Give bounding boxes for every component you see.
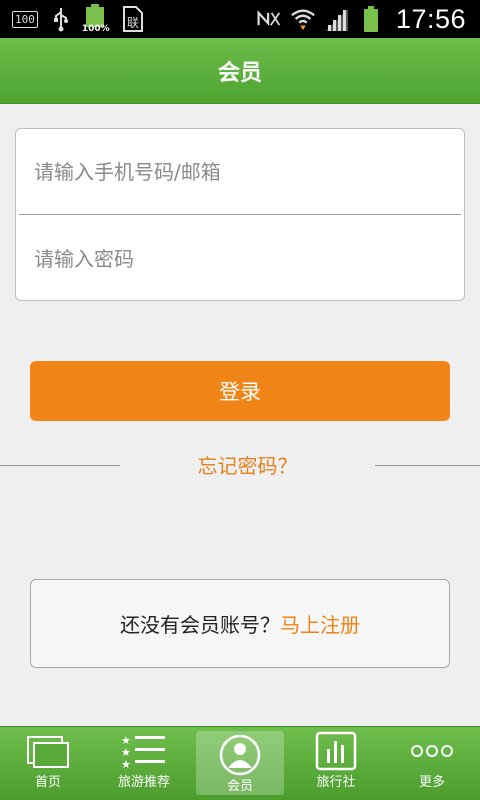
tab-more-label: 更多	[418, 775, 445, 790]
battery-icon	[358, 6, 384, 32]
home-windows-icon	[26, 727, 70, 775]
bottom-tab-bar: 首页 ★ ★ ★ 旅游推荐 会员 旅行社 更多	[0, 726, 480, 800]
register-link[interactable]: 马上注册	[280, 609, 360, 638]
register-box: 还没有会员账号？ 马上注册	[30, 579, 450, 668]
svg-text:联: 联	[127, 16, 139, 30]
bar-chart-icon	[315, 727, 357, 775]
divider-right	[375, 465, 480, 466]
clock: 17:56	[395, 3, 466, 34]
tab-travel-label: 旅游推荐	[117, 775, 170, 790]
tab-more[interactable]: 更多	[384, 727, 480, 800]
phone-email-input[interactable]	[16, 129, 464, 215]
signal-icon	[324, 6, 350, 32]
tab-travel-agency[interactable]: 旅行社	[288, 727, 384, 800]
nfc-muted-icon	[256, 6, 282, 32]
login-form	[15, 128, 465, 302]
battery-full-icon: 100%	[81, 4, 110, 34]
tab-agency-label: 旅行社	[316, 775, 356, 790]
page-title: 会员	[217, 60, 262, 86]
user-icon	[219, 731, 261, 779]
tab-member-label: 会员	[226, 779, 253, 794]
battery-percent-label: 100%	[81, 24, 110, 34]
tab-member[interactable]: 会员	[196, 731, 284, 795]
forgot-password-row: 忘记密码？	[0, 450, 480, 482]
usb-icon	[48, 6, 74, 32]
app-header: 会员	[0, 38, 480, 104]
divider-left	[0, 465, 120, 466]
more-dots-icon	[409, 727, 455, 775]
wifi-icon	[290, 6, 316, 32]
keyboard-ime-icon: 联	[120, 6, 146, 32]
form-divider	[19, 214, 461, 215]
login-button[interactable]: 登录	[30, 361, 450, 421]
tab-home-label: 首页	[34, 775, 61, 790]
register-prompt: 还没有会员账号？	[120, 613, 280, 637]
notification-box-icon: 100	[12, 10, 38, 28]
status-bar: 100 100% 联 17:56	[0, 0, 480, 38]
svg-text:★: ★	[121, 758, 131, 769]
password-input[interactable]	[16, 216, 464, 302]
star-list-icon: ★ ★ ★	[121, 727, 167, 775]
tab-home[interactable]: 首页	[0, 727, 96, 800]
forgot-password-link[interactable]: 忘记密码？	[120, 450, 375, 482]
tab-travel-recommend[interactable]: ★ ★ ★ 旅游推荐	[96, 727, 192, 800]
